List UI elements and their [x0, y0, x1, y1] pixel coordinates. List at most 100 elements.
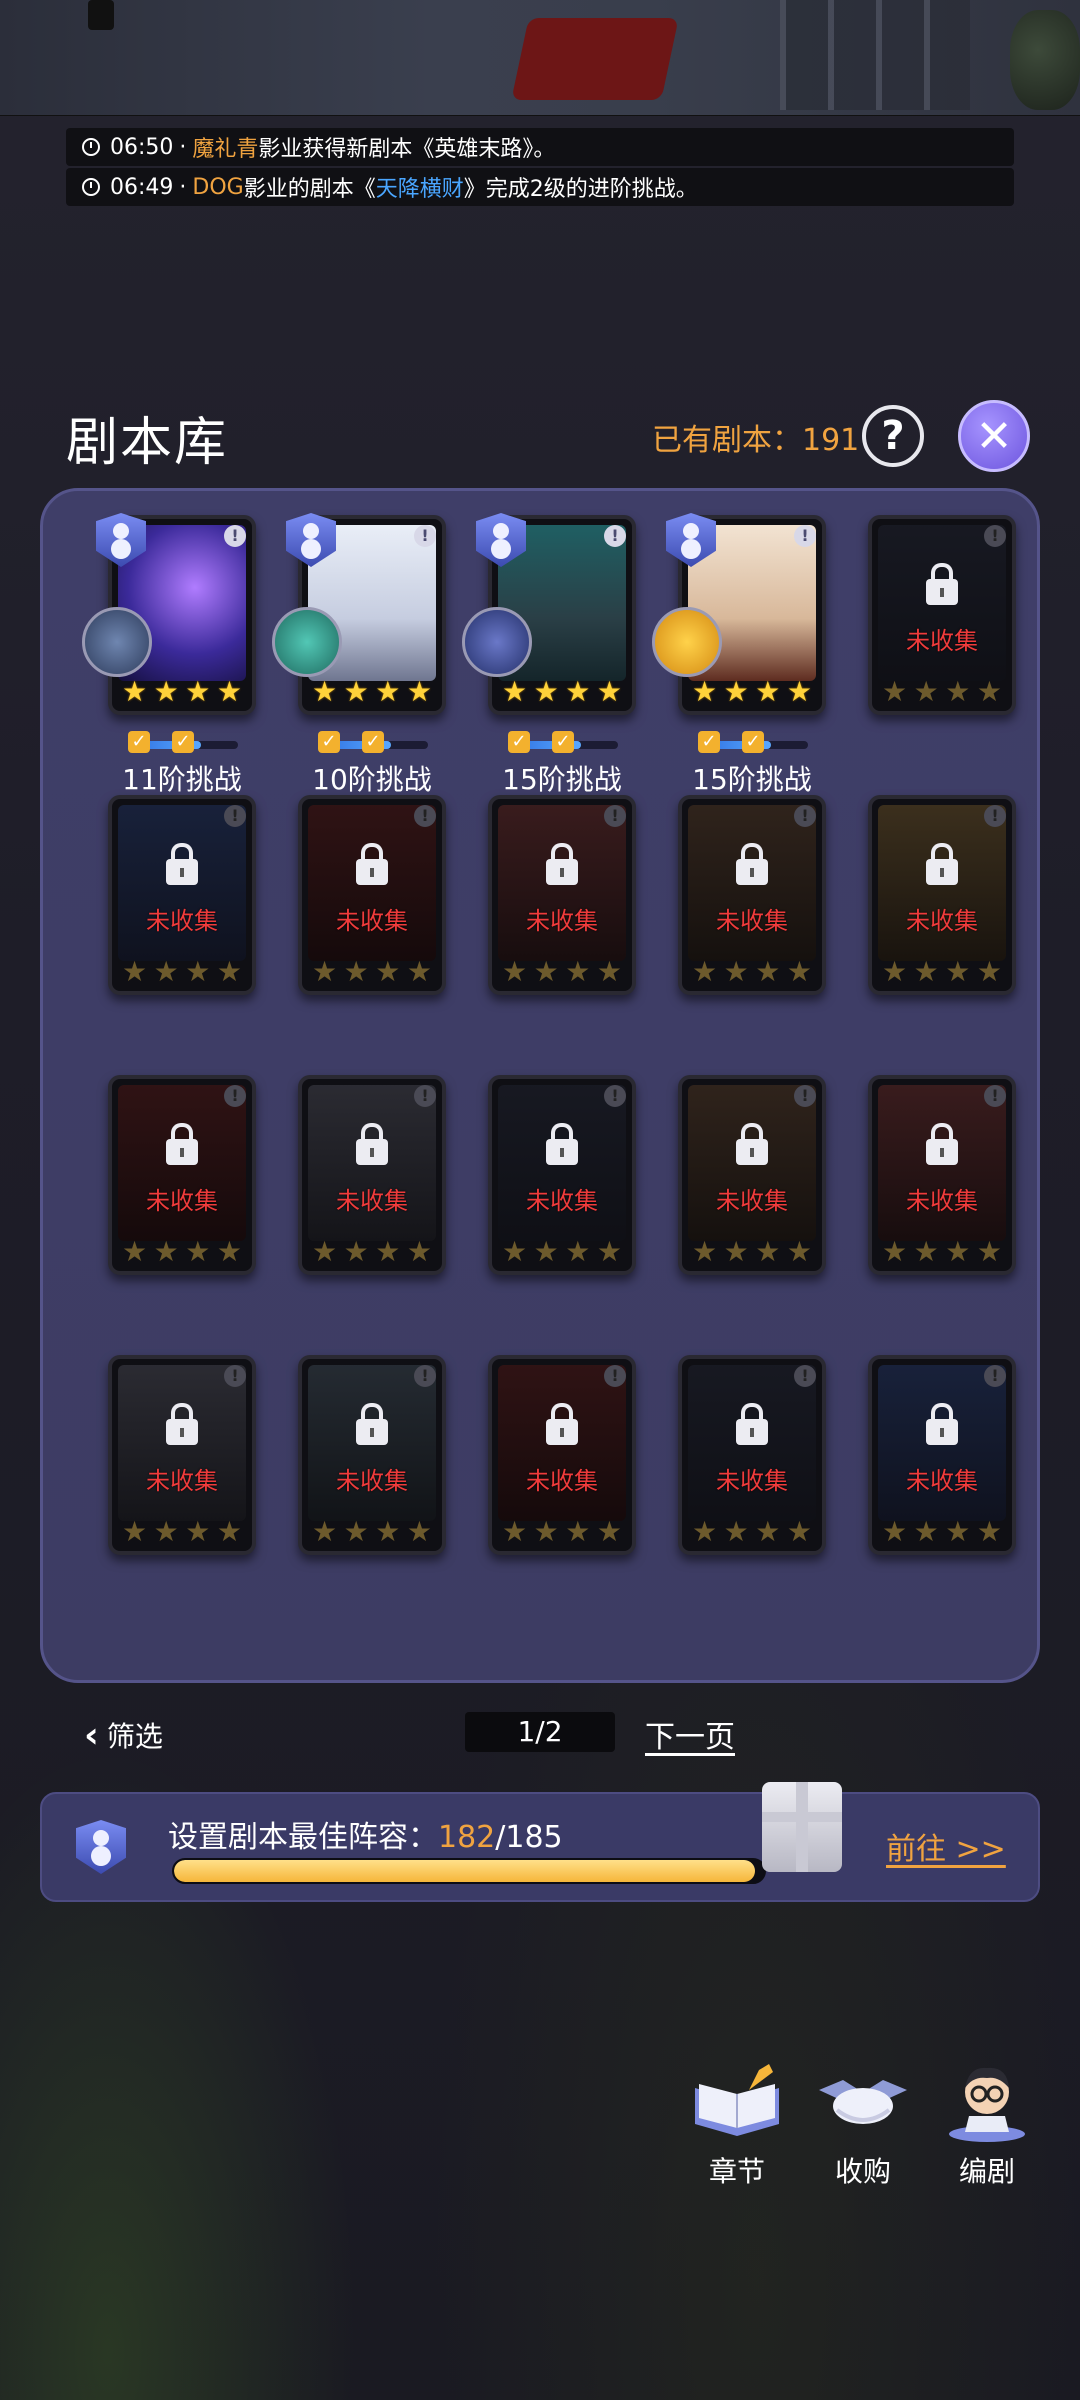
info-icon[interactable]: ! — [414, 1085, 436, 1107]
ship-badge-icon — [462, 607, 532, 677]
info-icon[interactable]: ! — [414, 805, 436, 827]
star-icon: ★ — [565, 675, 591, 708]
script-count: 已有剧本：191 — [652, 423, 860, 458]
script-card[interactable]: ! 未收集 ★ ★ ★ ★ — [868, 795, 1016, 995]
star-icon: ★ — [786, 675, 812, 708]
info-icon[interactable]: ! — [604, 1365, 626, 1387]
script-card[interactable]: ! 未收集 ★ ★ ★ ★ — [298, 1075, 446, 1275]
lock-icon — [166, 1123, 198, 1165]
info-icon[interactable]: ! — [984, 1085, 1006, 1107]
star-icon: ★ — [723, 1235, 749, 1268]
dock-writer[interactable]: 编剧 — [932, 2060, 1042, 2190]
info-icon[interactable]: ! — [224, 525, 246, 547]
star-icon: ★ — [882, 675, 908, 708]
lock-icon — [166, 1403, 198, 1445]
info-icon[interactable]: ! — [224, 805, 246, 827]
lock-icon — [356, 1123, 388, 1165]
book-icon — [695, 2064, 779, 2136]
star-icon: ★ — [565, 1235, 591, 1268]
info-icon[interactable]: ! — [414, 1365, 436, 1387]
info-icon[interactable]: ! — [984, 525, 1006, 547]
script-card[interactable]: ! 未收集 ★ ★ ★ ★ — [488, 1355, 636, 1555]
script-card[interactable]: ! 未收集 ★ ★ ★ ★ — [678, 1355, 826, 1555]
news-studio-name: DOG — [192, 174, 244, 200]
checkbox-checked-icon: ✓ — [362, 731, 384, 753]
uncollected-label: 未收集 — [146, 907, 218, 935]
star-icon: ★ — [723, 1515, 749, 1548]
script-card[interactable]: ! 未收集 ★ ★ ★ ★ — [868, 515, 1016, 715]
star-icon: ★ — [343, 1515, 369, 1548]
clock-icon — [82, 178, 100, 196]
script-card[interactable]: ! 未收集 ★ ★ ★ ★ — [298, 795, 446, 995]
info-icon[interactable]: ! — [794, 525, 816, 547]
star-icon: ★ — [755, 675, 781, 708]
next-page-button[interactable]: 下一页 — [645, 1712, 735, 1758]
shield-icon — [76, 1820, 126, 1874]
uncollected-label: 未收集 — [906, 1187, 978, 1215]
script-card[interactable]: ! 未收集 ★ ★ ★ ★ — [678, 1075, 826, 1275]
dock-acquire[interactable]: 收购 — [808, 2060, 918, 2190]
dock-chapter[interactable]: 章节 — [682, 2060, 792, 2190]
uncollected-label: 未收集 — [906, 627, 978, 655]
uncollected-label: 未收集 — [906, 1467, 978, 1495]
script-card[interactable]: ! 未收集 ★ ★ ★ ★ — [108, 1355, 256, 1555]
star-icon: ★ — [122, 955, 148, 988]
info-icon[interactable]: ! — [794, 1085, 816, 1107]
star-icon: ★ — [945, 1235, 971, 1268]
star-icon: ★ — [375, 955, 401, 988]
star-rating: ★ ★ ★ ★ — [692, 955, 812, 988]
page-title: 剧本库 — [66, 413, 229, 473]
star-icon: ★ — [692, 1515, 718, 1548]
script-card[interactable]: ! 未收集 ★ ★ ★ ★ — [868, 1355, 1016, 1555]
script-card[interactable]: ! 未收集 ★ ★ ★ ★ — [298, 1355, 446, 1555]
checkbox-checked-icon: ✓ — [128, 731, 150, 753]
ufo-badge-icon — [82, 607, 152, 677]
go-button[interactable]: 前往 >> — [886, 1824, 1006, 1868]
star-icon: ★ — [216, 955, 242, 988]
info-icon[interactable]: ! — [794, 1365, 816, 1387]
star-icon: ★ — [913, 675, 939, 708]
close-icon: ✕ — [975, 410, 1013, 462]
close-button[interactable]: ✕ — [958, 400, 1030, 472]
uncollected-label: 未收集 — [146, 1187, 218, 1215]
script-card[interactable]: ! 未收集 ★ ★ ★ ★ — [678, 795, 826, 995]
script-card[interactable]: ! 未收集 ★ ★ ★ ★ — [488, 1075, 636, 1275]
info-icon[interactable]: ! — [414, 525, 436, 547]
star-icon: ★ — [343, 675, 369, 708]
uncollected-label: 未收集 — [336, 1187, 408, 1215]
info-icon[interactable]: ! — [604, 805, 626, 827]
star-rating: ★ ★ ★ ★ — [692, 1235, 812, 1268]
uncollected-label: 未收集 — [716, 907, 788, 935]
star-icon: ★ — [343, 955, 369, 988]
lock-icon — [926, 1123, 958, 1165]
filter-button[interactable]: ‹ 筛选 — [84, 1712, 163, 1758]
info-icon[interactable]: ! — [224, 1365, 246, 1387]
star-rating: ★ ★ ★ ★ — [312, 955, 432, 988]
script-card[interactable]: ! 未收集 ★ ★ ★ ★ — [488, 795, 636, 995]
lock-icon — [926, 843, 958, 885]
info-icon[interactable]: ! — [794, 805, 816, 827]
star-icon: ★ — [786, 955, 812, 988]
news-studio-name: 魔礼青 — [192, 137, 259, 162]
info-icon[interactable]: ! — [984, 805, 1006, 827]
lineup-progress-fill — [174, 1860, 755, 1882]
help-button[interactable]: ? — [862, 405, 924, 467]
star-icon: ★ — [533, 1515, 559, 1548]
lock-icon — [546, 843, 578, 885]
lineup-current: 182 — [438, 1820, 496, 1855]
info-icon[interactable]: ! — [984, 1365, 1006, 1387]
lock-icon — [356, 1403, 388, 1445]
lock-icon — [736, 1123, 768, 1165]
shelf-decoration — [780, 0, 970, 110]
script-card[interactable]: ! 未收集 ★ ★ ★ ★ — [868, 1075, 1016, 1275]
lock-icon — [166, 843, 198, 885]
info-icon[interactable]: ! — [604, 525, 626, 547]
script-card[interactable]: ! 未收集 ★ ★ ★ ★ — [108, 795, 256, 995]
script-card[interactable]: ! 未收集 ★ ★ ★ ★ — [108, 1075, 256, 1275]
star-icon: ★ — [945, 955, 971, 988]
star-rating: ★ ★ ★ ★ — [692, 675, 812, 708]
star-icon: ★ — [976, 955, 1002, 988]
uncollected-label: 未收集 — [146, 1467, 218, 1495]
info-icon[interactable]: ! — [604, 1085, 626, 1107]
info-icon[interactable]: ! — [224, 1085, 246, 1107]
